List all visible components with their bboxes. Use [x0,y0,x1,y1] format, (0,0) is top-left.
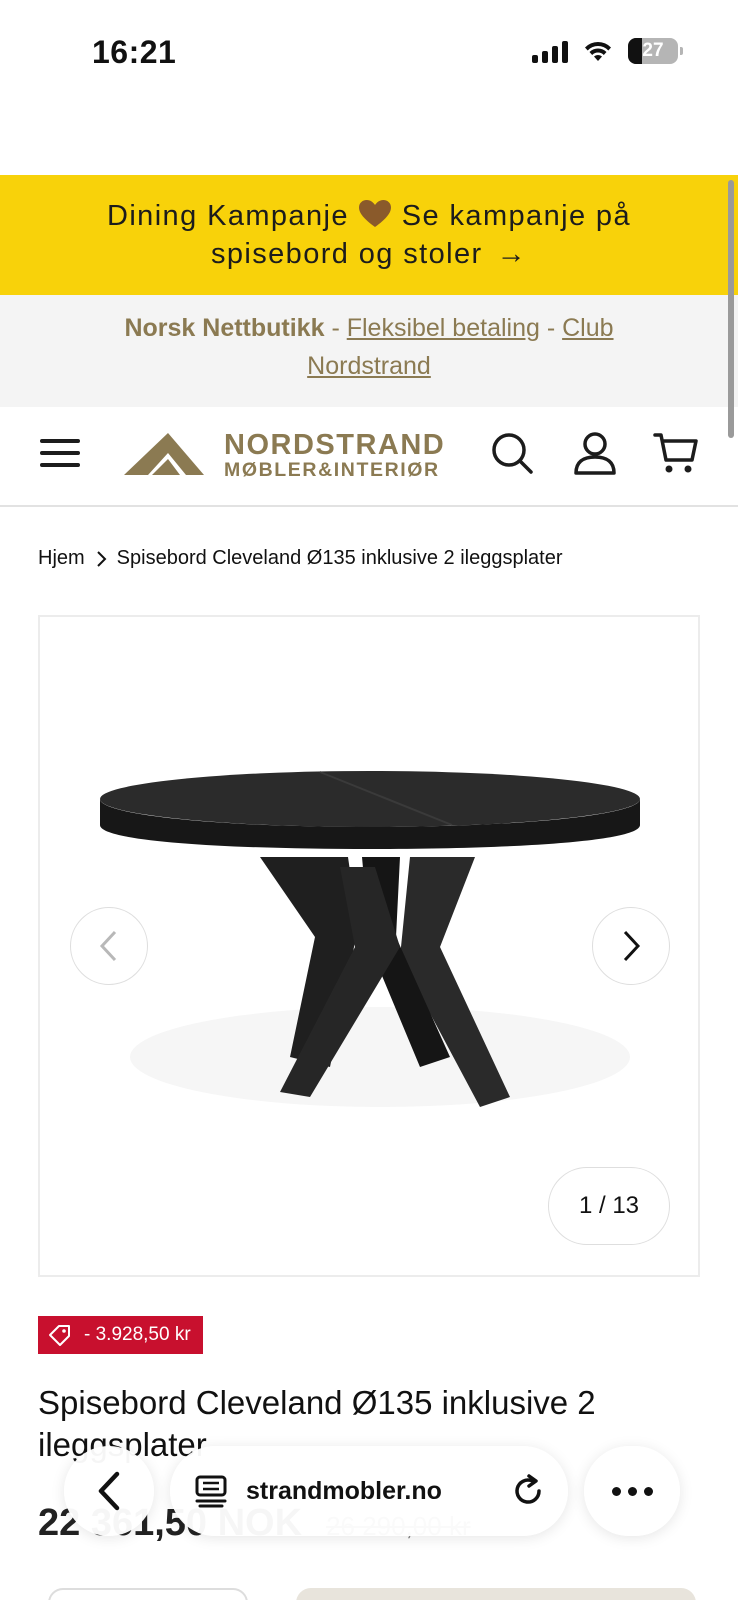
account-icon[interactable] [571,429,619,477]
gallery-counter: 1 / 13 [548,1167,670,1245]
info-sep-2: - [539,314,563,342]
club-nordstrand-link-2[interactable]: Nordstrand [307,352,431,380]
product-image-table [100,771,640,1107]
reload-icon[interactable] [510,1473,546,1509]
club-nordstrand-link-1[interactable]: Club [562,314,613,342]
battery-icon: 27 [628,38,683,64]
add-to-cart-button-peek[interactable] [296,1588,696,1600]
breadcrumb: Hjem Spisebord Cleveland Ø135 inklusive … [38,547,563,570]
info-sep-1: - [324,314,347,342]
logo-text-main: NORDSTRAND [224,429,446,461]
arrow-right-icon: → [496,238,528,270]
more-icon-dot [643,1486,653,1496]
promo-line-1: Dining Kampanje Se kampanje på [0,197,738,235]
status-time: 16:21 [92,34,177,70]
wifi-icon [582,39,614,63]
price-tag-icon [49,1325,70,1346]
chevron-left-icon [99,930,117,962]
back-button[interactable] [64,1446,154,1536]
chevron-right-icon [623,930,641,962]
promo-text-c: spisebord og stoler [210,238,483,270]
more-button[interactable] [584,1446,680,1536]
more-icon [611,1486,621,1496]
logo-text-sub: MØBLER&INTERIØR [224,459,440,481]
fleksibel-betaling-link[interactable]: Fleksibel betaling [347,314,540,342]
browser-toolbar: strandmobler.no [0,1440,738,1550]
chevron-right-icon [96,550,107,567]
promo-text-b: Se kampanje på [401,200,631,232]
scroll-indicator[interactable] [728,180,734,438]
brown-heart-icon [359,200,392,227]
product-gallery[interactable]: 1 / 13 [38,615,700,1277]
gallery-prev-button[interactable] [70,907,148,985]
search-icon[interactable] [488,429,536,477]
battery-percent: 27 [642,40,664,61]
promo-line-2: spisebord og stoler → [0,235,738,273]
logo-mark-icon [124,433,204,475]
tabs-icon [195,1475,227,1508]
nordstrand-logo[interactable]: NORDSTRAND MØBLER&INTERIØR [124,425,468,485]
status-icons: 27 [532,38,683,64]
gallery-next-button[interactable] [592,907,670,985]
signal-icon [532,39,568,63]
status-bar: 16:21 27 [0,0,738,110]
promo-text-a: Dining Kampanje [107,200,349,232]
breadcrumb-current: Spisebord Cleveland Ø135 inklusive 2 ile… [116,547,563,569]
cart-icon[interactable] [652,429,700,477]
menu-icon[interactable] [40,432,82,474]
info-line-2: Nordstrand [0,347,738,385]
norsk-nettbutikk-label: Norsk Nettbutikk [124,314,325,342]
battery-level [628,38,642,64]
discount-badge: - 3.928,50 kr [38,1316,203,1354]
info-strip: Norsk Nettbutikk - Fleksibel betaling - … [0,295,738,407]
more-icon-dot [627,1486,637,1496]
info-line-1: Norsk Nettbutikk - Fleksibel betaling - … [0,309,738,347]
breadcrumb-home[interactable]: Hjem [38,547,85,570]
back-icon [98,1471,120,1511]
quantity-control-peek[interactable] [48,1588,248,1600]
site-header: NORDSTRAND MØBLER&INTERIØR [0,407,738,507]
url-text: strandmobler.no [246,1476,442,1505]
discount-amount: - 3.928,50 kr [84,1324,191,1345]
promo-banner[interactable]: Dining Kampanje Se kampanje på spisebord… [0,175,738,295]
address-bar[interactable]: strandmobler.no [170,1446,568,1536]
